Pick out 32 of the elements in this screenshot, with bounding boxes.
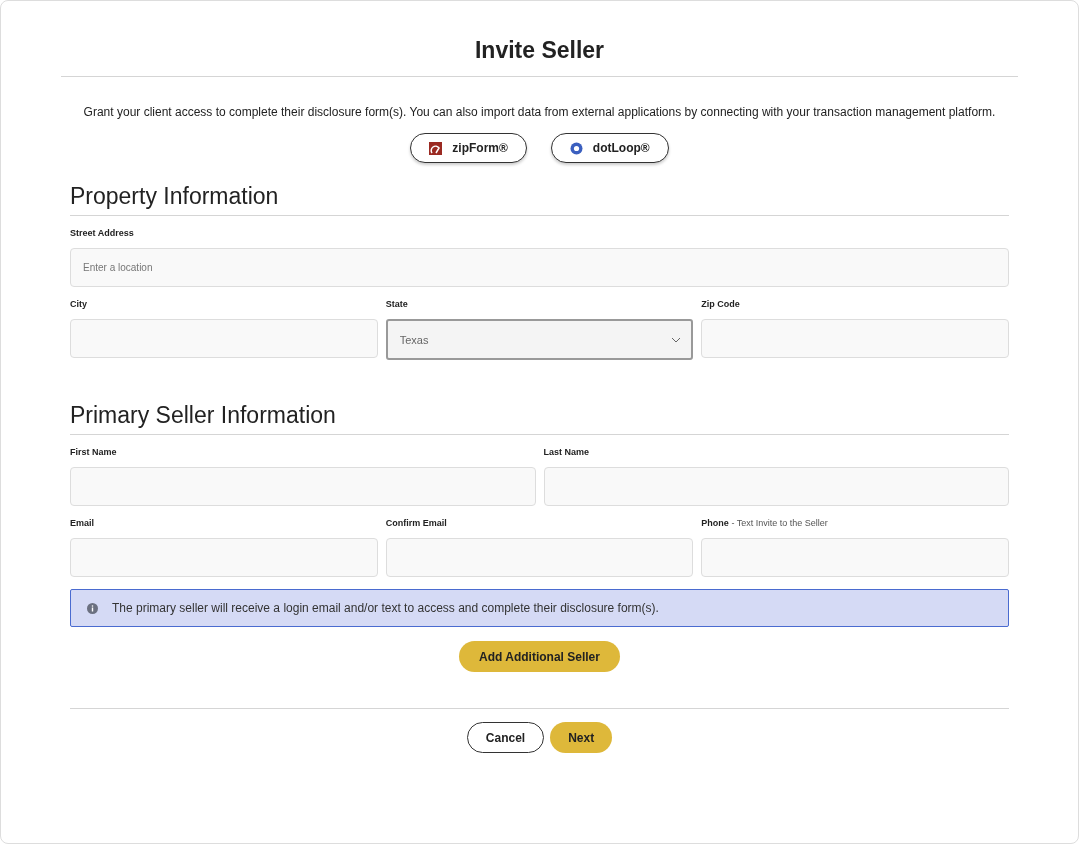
field-label: City xyxy=(70,299,88,311)
section-heading: Primary Seller Information xyxy=(70,402,1009,435)
integration-button[interactable]: dotLoop® xyxy=(550,133,669,163)
field-label: Confirm Email xyxy=(385,518,448,530)
field-label: Email xyxy=(70,518,95,530)
input-field[interactable] xyxy=(70,467,536,506)
dialog-title: Invite Seller xyxy=(61,1,1018,77)
input-field[interactable] xyxy=(701,319,1009,358)
input-field[interactable]: Enter a location xyxy=(70,248,1009,287)
add-seller-button[interactable]: Add Additional Seller xyxy=(459,641,620,672)
integration-button[interactable]: zipForm® xyxy=(410,133,527,163)
notice-text: The primary seller will receive a login email and/or text to access and complete their disclosure form(s). xyxy=(112,601,659,615)
cancel-button[interactable]: Cancel xyxy=(466,722,545,753)
field-label: Last Name xyxy=(543,447,591,459)
info-icon xyxy=(87,602,98,614)
input-field[interactable] xyxy=(701,538,1009,577)
field-label: Phone - Text Invite to the Seller xyxy=(701,518,829,530)
input-field[interactable] xyxy=(70,538,378,577)
input-field[interactable] xyxy=(543,467,1009,506)
input-field[interactable] xyxy=(385,538,694,577)
section-heading: Property Information xyxy=(70,183,1009,216)
input-field[interactable] xyxy=(70,319,378,358)
field-label: State xyxy=(385,299,409,311)
intro-text: Grant your client access to complete their disclosure form(s). You can also import data from external applications by connecting with your transaction management platform. xyxy=(82,105,997,119)
field-label: Street Address xyxy=(70,228,135,240)
next-button[interactable]: Next xyxy=(550,722,613,753)
dotloop-logo-icon xyxy=(569,141,583,155)
zipform-logo-icon xyxy=(429,141,443,155)
chevron-down-icon xyxy=(671,336,682,343)
field-label: First Name xyxy=(70,447,118,459)
field-label: Zip Code xyxy=(701,299,741,311)
state-dropdown[interactable]: Texas xyxy=(385,319,694,360)
